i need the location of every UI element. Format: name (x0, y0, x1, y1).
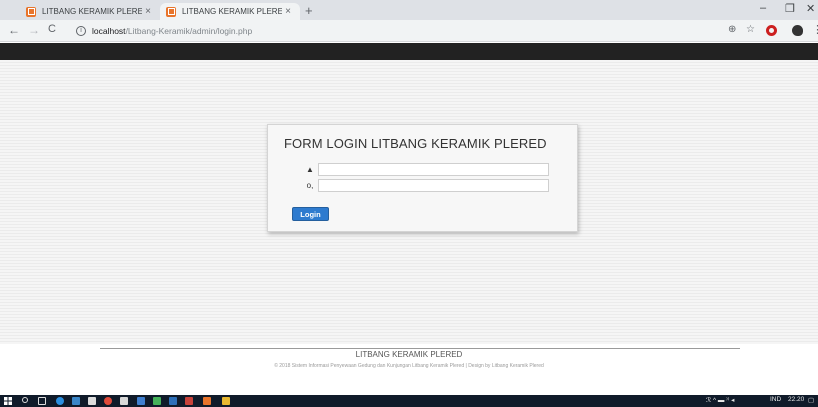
url-path: /Litbang-Keramik/admin/login.php (125, 26, 253, 36)
spotify-icon[interactable] (153, 397, 161, 405)
edge-icon[interactable] (56, 397, 64, 405)
footer-divider (100, 348, 740, 349)
info-icon[interactable]: i (76, 26, 86, 36)
favicon-icon (166, 6, 176, 17)
powerpoint-icon[interactable] (185, 397, 193, 405)
password-row: o, (302, 179, 549, 192)
language-indicator[interactable]: IND (770, 396, 781, 403)
zoom-icon[interactable]: ⊕ (728, 24, 736, 35)
login-form: FORM LOGIN LITBANG KERAMIK PLERED ▲ o, L… (267, 124, 578, 232)
forward-button[interactable]: → (28, 23, 40, 37)
new-tab-button[interactable]: + (305, 3, 313, 18)
star-icon[interactable]: ☆ (746, 24, 755, 35)
restore-button[interactable]: ❐ (785, 2, 795, 15)
reload-button[interactable]: C (48, 23, 56, 35)
tab-title: LITBANG KERAMIK PLERED (182, 7, 282, 16)
app-icon[interactable] (222, 397, 230, 405)
footer-copyright: © 2018 Sistem Informasi Penyewaan Gedung… (274, 363, 544, 369)
username-input[interactable] (318, 163, 549, 176)
browser-tab-2[interactable]: LITBANG KERAMIK PLERED × (160, 3, 300, 20)
windows-start-icon[interactable] (4, 397, 12, 405)
minimize-button[interactable]: – (760, 2, 766, 14)
search-icon[interactable] (22, 397, 28, 403)
windows-taskbar: ℛ ^ ▬ ⁾⁾ ◂ IND 22.20 ▢ (0, 395, 818, 407)
key-icon: o, (306, 181, 314, 190)
file-explorer-icon[interactable] (72, 397, 80, 405)
favicon-icon (26, 6, 36, 17)
tab-close-icon[interactable]: × (142, 6, 154, 17)
task-view-icon[interactable] (38, 397, 46, 405)
extension-icon[interactable] (792, 25, 803, 36)
browser-tab-strip: LITBANG KERAMIK PLERED × LITBANG KERAMIK… (0, 0, 818, 20)
browser-toolbar: ← → C i localhost /Litbang-Keramik/admin… (0, 20, 818, 42)
browser-tab-1[interactable]: LITBANG KERAMIK PLERED × (20, 3, 160, 20)
opera-icon[interactable] (766, 25, 777, 36)
notification-icon[interactable]: ▢ (808, 396, 814, 404)
url-host: localhost (92, 26, 126, 36)
chrome-icon[interactable] (104, 397, 112, 405)
user-icon: ▲ (306, 165, 314, 174)
address-bar[interactable]: i localhost /Litbang-Keramik/admin/login… (76, 23, 726, 39)
tab-title: LITBANG KERAMIK PLERED (42, 7, 142, 16)
login-button[interactable]: Login (292, 207, 329, 221)
vscode-icon[interactable] (169, 397, 177, 405)
back-button[interactable]: ← (8, 23, 20, 37)
login-title: FORM LOGIN LITBANG KERAMIK PLERED (284, 136, 547, 151)
xampp-icon[interactable] (203, 397, 211, 405)
system-tray-icons[interactable]: ℛ ^ ▬ ⁾⁾ ◂ (706, 396, 734, 404)
password-input[interactable] (318, 179, 549, 192)
tab-close-icon[interactable]: × (282, 6, 294, 17)
top-navbar (0, 43, 818, 60)
mail-icon[interactable] (120, 397, 128, 405)
window-close-button[interactable]: ✕ (806, 2, 815, 15)
store-icon[interactable] (88, 397, 96, 405)
word-icon[interactable] (137, 397, 145, 405)
username-row: ▲ (302, 163, 549, 176)
footer-title: LITBANG KERAMIK PLERED (355, 350, 463, 359)
menu-icon[interactable]: ⋮ (812, 23, 818, 36)
clock[interactable]: 22.20 (788, 396, 804, 403)
